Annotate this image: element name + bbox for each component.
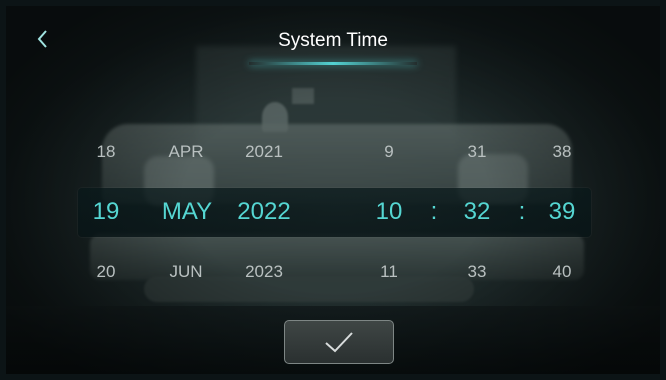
year-selected[interactable]: 2022 <box>237 192 290 232</box>
title-underline <box>249 62 417 65</box>
picker-row-selected: 19 MAY 2022 10 : 32 : 39 <box>6 192 660 232</box>
month-next[interactable]: JUN <box>169 252 202 292</box>
picker-row-previous: 18 APR 2021 9 31 38 <box>6 132 660 172</box>
second-selected[interactable]: 39 <box>549 192 576 232</box>
day-next[interactable]: 20 <box>97 252 116 292</box>
month-previous[interactable]: APR <box>169 132 204 172</box>
minute-selected[interactable]: 32 <box>464 192 491 232</box>
second-next[interactable]: 40 <box>553 252 572 292</box>
day-previous[interactable]: 18 <box>97 132 116 172</box>
time-separator-1: : <box>430 198 438 225</box>
hour-selected[interactable]: 10 <box>376 192 403 232</box>
page-title: System Time <box>278 30 388 51</box>
minute-next[interactable]: 33 <box>468 252 487 292</box>
checkmark-icon <box>325 332 353 353</box>
year-next[interactable]: 2023 <box>245 252 283 292</box>
month-selected[interactable]: MAY <box>162 192 212 232</box>
day-selected[interactable]: 19 <box>93 192 120 232</box>
hour-previous[interactable]: 9 <box>384 132 393 172</box>
system-time-screen: System Time 18 APR 2021 9 31 38 19 MAY 2… <box>6 6 660 374</box>
second-previous[interactable]: 38 <box>553 132 572 172</box>
minute-previous[interactable]: 31 <box>468 132 487 172</box>
confirm-button[interactable] <box>284 320 394 364</box>
picker-row-next: 20 JUN 2023 11 33 40 <box>6 252 660 292</box>
year-previous[interactable]: 2021 <box>245 132 283 172</box>
hour-next[interactable]: 11 <box>380 252 398 292</box>
time-separator-2: : <box>518 198 526 225</box>
